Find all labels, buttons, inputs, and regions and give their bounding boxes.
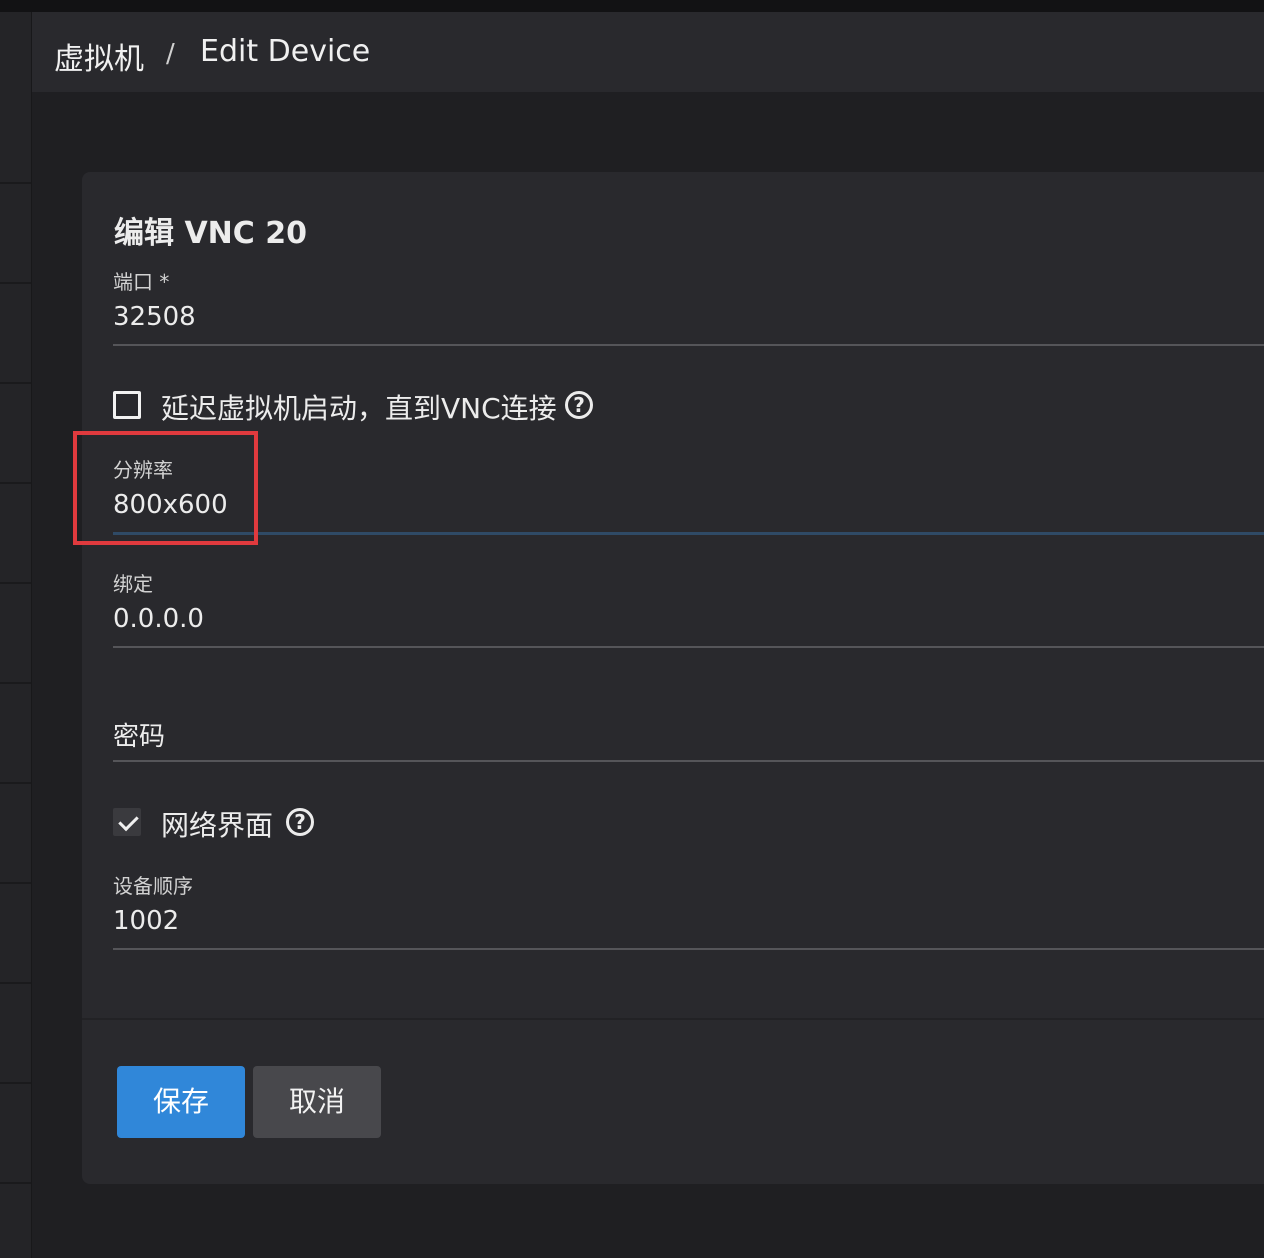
bind-label: 绑定 (113, 572, 153, 596)
breadcrumb-current: Edit Device (200, 34, 371, 69)
sidebar-divider (0, 782, 31, 784)
annotation-highlight-box (73, 431, 258, 545)
save-button[interactable]: 保存 (117, 1066, 245, 1138)
sidebar-divider (0, 482, 31, 484)
sidebar-divider (0, 1082, 31, 1084)
sidebar-divider (0, 282, 31, 284)
breadcrumb-separator: / (166, 39, 175, 69)
breadcrumb-root-link[interactable]: 虚拟机 (54, 34, 144, 78)
port-input[interactable]: 32508 (113, 302, 196, 332)
sidebar-divider (0, 882, 31, 884)
card-footer-divider (82, 1018, 1264, 1020)
help-icon[interactable]: ? (565, 391, 593, 419)
bind-select[interactable]: 0.0.0.0 (113, 604, 204, 634)
sidebar-divider (0, 182, 31, 184)
delay-start-label[interactable]: 延迟虚拟机启动，直到VNC连接 (161, 387, 557, 427)
password-input[interactable]: 密码 (113, 716, 165, 753)
device-order-label: 设备顺序 (113, 874, 193, 898)
port-field[interactable]: 端口 * 32508 (113, 264, 1264, 348)
web-interface-label[interactable]: 网络界面 (161, 804, 273, 844)
resolution-underline (113, 532, 1264, 535)
bind-field[interactable]: 绑定 0.0.0.0 (113, 566, 1264, 650)
edit-device-card: 编辑 VNC 20 端口 * 32508 延迟虚拟机启动，直到VNC连接 ? 分… (82, 172, 1264, 1184)
sidebar-divider (0, 1182, 31, 1184)
form-title: 编辑 VNC 20 (114, 216, 307, 251)
sidebar-divider (0, 582, 31, 584)
sidebar-divider (0, 382, 31, 384)
device-order-underline (113, 948, 1264, 950)
sidebar-divider (0, 682, 31, 684)
sidebar-divider (0, 982, 31, 984)
window-top-bar (0, 0, 1264, 12)
bind-underline (113, 646, 1264, 648)
device-order-field[interactable]: 设备顺序 1002 (113, 868, 1264, 952)
help-icon[interactable]: ? (286, 808, 314, 836)
delay-start-checkbox[interactable] (113, 391, 141, 419)
port-label: 端口 * (113, 270, 170, 294)
web-interface-checkbox[interactable] (113, 808, 141, 836)
password-field[interactable]: 密码 (113, 712, 1264, 764)
resolution-field[interactable]: 分辨率 800x600 (113, 452, 1264, 538)
page-header: 虚拟机 / Edit Device (32, 12, 1264, 92)
cancel-button[interactable]: 取消 (253, 1066, 381, 1138)
device-order-input[interactable]: 1002 (113, 906, 179, 936)
sidebar (0, 12, 32, 1258)
password-underline (113, 760, 1264, 762)
port-underline (113, 344, 1264, 346)
